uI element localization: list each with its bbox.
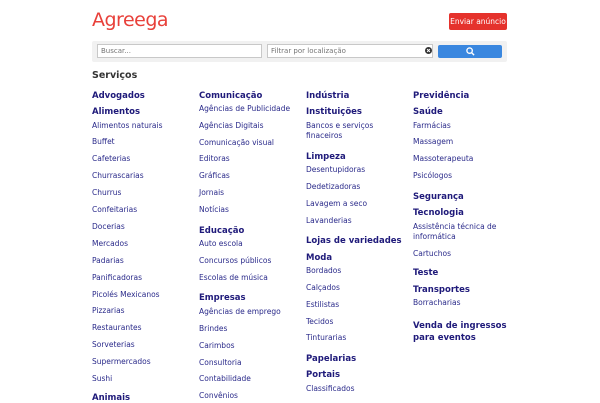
- subcategory-link[interactable]: Cartuchos: [413, 249, 451, 259]
- subcategory-link[interactable]: Lavanderias: [306, 216, 352, 226]
- category-link[interactable]: Instituições: [306, 107, 362, 117]
- subcategory-link[interactable]: Dedetizadoras: [306, 182, 360, 192]
- subcategory-link[interactable]: Brindes: [199, 324, 227, 334]
- subcategory-link[interactable]: Supermercados: [92, 357, 151, 367]
- subcategory-link[interactable]: Restaurantes: [92, 323, 142, 333]
- site-logo[interactable]: Agreega: [92, 9, 169, 31]
- subcategory-link[interactable]: Contabilidade: [199, 374, 251, 384]
- subcategory-link[interactable]: Editoras: [199, 154, 230, 164]
- subcategory-link[interactable]: Cafeterias: [92, 154, 130, 164]
- subcategory-link[interactable]: Psicólogos: [413, 171, 452, 181]
- category-link[interactable]: Educação: [199, 226, 244, 236]
- category-link[interactable]: Teste: [413, 268, 438, 278]
- category-link[interactable]: Transportes: [413, 285, 470, 295]
- category-link[interactable]: Tecnologia: [413, 208, 464, 218]
- subcategory-link[interactable]: Desentupidoras: [306, 165, 365, 175]
- category-link[interactable]: Comunicação: [199, 91, 262, 101]
- category-link[interactable]: Segurança: [413, 192, 464, 202]
- subcategory-link[interactable]: Auto escola: [199, 239, 243, 249]
- category-link[interactable]: Lojas de variedades: [306, 236, 402, 246]
- subcategory-link[interactable]: Borracharias: [413, 298, 461, 308]
- subcategory-link[interactable]: Tinturarias: [306, 333, 346, 343]
- subcategory-link[interactable]: Panificadoras: [92, 273, 142, 283]
- subcategory-link[interactable]: Massagem: [413, 137, 453, 147]
- subcategory-link[interactable]: Sushi: [92, 374, 112, 384]
- subcategory-link[interactable]: Agências de emprego: [199, 307, 281, 317]
- subcategory-link[interactable]: Padarias: [92, 256, 124, 266]
- subcategory-link[interactable]: Classificados: [306, 384, 355, 394]
- subcategory-link[interactable]: Farmácias: [413, 121, 451, 131]
- category-link[interactable]: Venda de ingressos para eventos: [413, 320, 513, 344]
- subcategory-link[interactable]: Mercados: [92, 239, 128, 249]
- location-filter-input[interactable]: [267, 44, 433, 58]
- subcategory-link[interactable]: Buffet: [92, 137, 115, 147]
- subcategory-link[interactable]: Pizzarias: [92, 306, 125, 316]
- subcategory-link[interactable]: Carimbos: [199, 341, 235, 351]
- subcategory-link[interactable]: Confeitarias: [92, 205, 137, 215]
- subcategory-link[interactable]: Sorveterias: [92, 340, 135, 350]
- category-link[interactable]: Empresas: [199, 293, 246, 303]
- subcategory-link[interactable]: Agências Digitais: [199, 121, 264, 131]
- category-link[interactable]: Indústria: [306, 91, 349, 101]
- category-link[interactable]: Previdência: [413, 91, 469, 101]
- subcategory-link[interactable]: Docerias: [92, 222, 125, 232]
- section-title: Serviços: [92, 70, 138, 81]
- subcategory-link[interactable]: Calçados: [306, 283, 340, 293]
- subcategory-link[interactable]: Escolas de música: [199, 273, 268, 283]
- search-input[interactable]: [97, 44, 262, 58]
- category-link[interactable]: Alimentos: [92, 107, 140, 117]
- post-ad-button[interactable]: Enviar anúncio: [449, 13, 507, 30]
- category-link[interactable]: Papelarias: [306, 354, 356, 364]
- subcategory-link[interactable]: Picolés Mexicanos: [92, 290, 160, 300]
- category-link[interactable]: Moda: [306, 253, 332, 263]
- subcategory-link[interactable]: Alimentos naturais: [92, 121, 163, 131]
- subcategory-link[interactable]: Lavagem a seco: [306, 199, 367, 209]
- category-link[interactable]: Saúde: [413, 107, 443, 117]
- magnifier-icon: [466, 47, 475, 56]
- subcategory-link[interactable]: Notícias: [199, 205, 229, 215]
- subcategory-link[interactable]: Bancos e serviços finaceiros: [306, 121, 406, 141]
- subcategory-link[interactable]: Concursos públicos: [199, 256, 271, 266]
- search-button[interactable]: [438, 45, 502, 58]
- subcategory-link[interactable]: Massoterapeuta: [413, 154, 473, 164]
- category-link[interactable]: Limpeza: [306, 152, 346, 162]
- subcategory-link[interactable]: Consultoria: [199, 358, 242, 368]
- subcategory-link[interactable]: Churrus: [92, 188, 121, 198]
- category-link[interactable]: Advogados: [92, 91, 145, 101]
- category-link[interactable]: Animais: [92, 393, 130, 403]
- subcategory-link[interactable]: Bordados: [306, 266, 341, 276]
- subcategory-link[interactable]: Jornais: [199, 188, 224, 198]
- subcategory-link[interactable]: Tecidos: [306, 317, 333, 327]
- x-circle-icon[interactable]: [425, 47, 432, 54]
- subcategory-link[interactable]: Agências de Publicidade: [199, 104, 290, 114]
- subcategory-link[interactable]: Estilistas: [306, 300, 339, 310]
- search-bar: [92, 41, 507, 62]
- subcategory-link[interactable]: Comunicação visual: [199, 138, 274, 148]
- category-link[interactable]: Portais: [306, 370, 340, 380]
- subcategory-link[interactable]: Gráficas: [199, 171, 230, 181]
- subcategory-link[interactable]: Churrascarias: [92, 171, 144, 181]
- subcategory-link[interactable]: Assistência técnica de informática: [413, 222, 513, 242]
